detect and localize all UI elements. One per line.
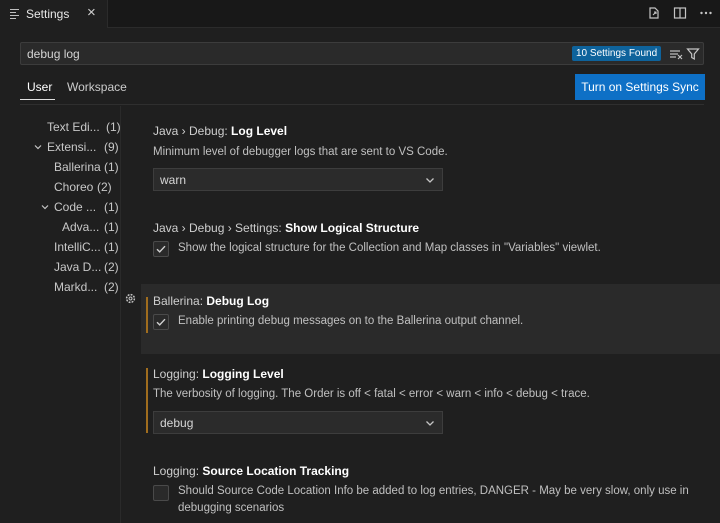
- toc-item-markdown[interactable]: Markd... (2): [54, 280, 119, 296]
- check-icon: [156, 245, 166, 253]
- settings-search-box: 10 Settings Found: [20, 42, 704, 65]
- setting-title-log-level: Java › Debug: Log Level: [153, 124, 288, 138]
- settings-list-icon: [10, 8, 20, 20]
- active-tab-indicator: [20, 99, 55, 100]
- toc-divider: [120, 106, 121, 523]
- toc-item-intellicode[interactable]: IntelliC... (1): [54, 240, 119, 256]
- toc-item-extensions[interactable]: Extensi... (9): [47, 140, 119, 156]
- filter-icon[interactable]: [685, 46, 701, 62]
- tab-title: Settings: [26, 7, 70, 21]
- header-divider: [20, 104, 704, 105]
- setting-title-source-location-tracking: Logging: Source Location Tracking: [153, 464, 350, 478]
- toc-item-choreo[interactable]: Choreo (2): [54, 180, 112, 196]
- chevron-down-icon[interactable]: [33, 142, 43, 152]
- close-icon[interactable]: ×: [87, 5, 96, 21]
- toc-item-advanced[interactable]: Adva... (1): [62, 220, 119, 236]
- toc-item-text-editor[interactable]: Text Edi... (1): [47, 120, 121, 136]
- toc-item-code[interactable]: Code ... (1): [54, 200, 119, 216]
- search-input[interactable]: [27, 45, 567, 62]
- open-json-icon[interactable]: [646, 5, 662, 21]
- source-location-tracking-checkbox[interactable]: [153, 485, 169, 501]
- tab-user[interactable]: User: [27, 80, 52, 94]
- setting-description: The verbosity of logging. The Order is o…: [153, 388, 590, 400]
- setting-description: Should Source Code Location Info be adde…: [178, 485, 689, 514]
- clear-filter-icon[interactable]: [668, 46, 684, 62]
- turn-on-settings-sync-button[interactable]: Turn on Settings Sync: [575, 74, 705, 100]
- chevron-down-icon: [426, 421, 434, 426]
- setting-title-logging-level: Logging: Logging Level: [153, 367, 284, 381]
- logging-level-dropdown[interactable]: debug: [153, 411, 443, 434]
- setting-title-ballerina-debug-log: Ballerina: Debug Log: [153, 294, 270, 308]
- more-actions-icon[interactable]: [698, 5, 714, 21]
- toc-item-ballerina[interactable]: Ballerina (1): [54, 160, 119, 176]
- ballerina-debug-log-checkbox[interactable]: [153, 314, 169, 330]
- editor-tab-bar: Settings ×: [0, 0, 720, 28]
- setting-description: Enable printing debug messages on to the…: [178, 315, 524, 327]
- split-editor-icon[interactable]: [672, 5, 688, 21]
- settings-tab[interactable]: Settings ×: [0, 0, 108, 28]
- chevron-down-icon: [426, 178, 434, 183]
- log-level-dropdown[interactable]: warn: [153, 168, 443, 191]
- setting-title-show-logical-structure: Java › Debug › Settings: Show Logical St…: [153, 221, 420, 235]
- modified-indicator: [146, 297, 148, 333]
- chevron-down-icon[interactable]: [40, 202, 50, 212]
- results-count-badge: 10 Settings Found: [572, 46, 662, 61]
- setting-description: Show the logical structure for the Colle…: [178, 242, 601, 254]
- editor-actions: [646, 5, 714, 21]
- setting-description: Minimum level of debugger logs that are …: [153, 146, 448, 158]
- gear-icon[interactable]: [124, 292, 137, 305]
- toc-item-java-debug[interactable]: Java D... (2): [54, 260, 119, 276]
- modified-indicator: [146, 368, 148, 433]
- check-icon: [156, 318, 166, 326]
- tab-workspace[interactable]: Workspace: [67, 80, 127, 94]
- show-logical-structure-checkbox[interactable]: [153, 241, 169, 257]
